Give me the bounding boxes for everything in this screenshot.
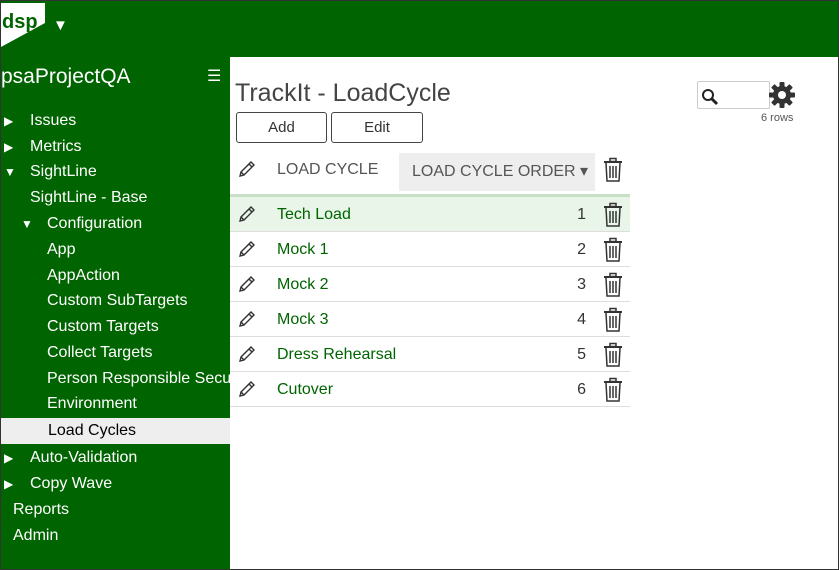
sidebar-item-label: Configuration bbox=[47, 215, 143, 232]
sidebar-item-auto-validation[interactable]: ▶ Auto-Validation bbox=[1, 446, 230, 470]
expand-arrow-icon[interactable]: ▶ bbox=[4, 135, 13, 159]
sidebar-item-custom-targets[interactable]: Custom Targets bbox=[1, 315, 230, 339]
sidebar-item-label: Environment bbox=[47, 395, 137, 412]
top-bar: dsp ▼ bbox=[1, 1, 838, 57]
pencil-icon[interactable] bbox=[237, 204, 257, 224]
load-cycle-name[interactable]: Mock 2 bbox=[277, 276, 329, 294]
load-cycle-order: 3 bbox=[577, 276, 586, 293]
expand-arrow-icon[interactable]: ▶ bbox=[4, 446, 13, 470]
trash-icon[interactable] bbox=[602, 157, 624, 183]
expand-arrow-icon[interactable]: ▶ bbox=[4, 109, 13, 133]
pencil-icon[interactable] bbox=[237, 344, 257, 364]
sidebar-item-label: Admin bbox=[13, 527, 59, 544]
sidebar-item-metrics[interactable]: ▶ Metrics bbox=[1, 135, 230, 159]
table-header: LOAD CYCLE LOAD CYCLE ORDER ▾ bbox=[230, 151, 630, 195]
pencil-icon[interactable] bbox=[237, 159, 257, 179]
page-title: TrackIt - LoadCycle bbox=[235, 79, 451, 107]
load-cycle-name[interactable]: Mock 1 bbox=[277, 241, 329, 259]
sidebar-item-copy-wave[interactable]: ▶ Copy Wave bbox=[1, 472, 230, 496]
main-content: TrackIt - LoadCycle Add Edit 6 rows LOAD… bbox=[230, 57, 838, 569]
column-header-load-cycle[interactable]: LOAD CYCLE bbox=[277, 161, 378, 179]
load-cycle-order: 6 bbox=[577, 381, 586, 398]
pencil-icon[interactable] bbox=[237, 274, 257, 294]
sidebar-item-issues[interactable]: ▶ Issues bbox=[1, 109, 230, 133]
search-input[interactable] bbox=[697, 81, 770, 109]
pencil-icon[interactable] bbox=[237, 309, 257, 329]
load-cycle-order: 1 bbox=[577, 206, 586, 223]
load-cycle-order: 4 bbox=[577, 311, 586, 328]
add-button[interactable]: Add bbox=[236, 112, 327, 143]
sidebar-item-label: Custom Targets bbox=[47, 318, 159, 335]
load-cycle-name[interactable]: Tech Load bbox=[277, 206, 351, 224]
trash-icon[interactable] bbox=[602, 377, 624, 403]
pencil-icon[interactable] bbox=[237, 379, 257, 399]
sidebar-item-environment[interactable]: Environment bbox=[1, 392, 230, 416]
sidebar-item-configuration[interactable]: ▼ Configuration bbox=[1, 212, 230, 236]
svg-text:dsp: dsp bbox=[2, 11, 38, 33]
sidebar-item-label: Load Cycles bbox=[48, 422, 137, 439]
trash-icon[interactable] bbox=[602, 272, 624, 298]
trash-icon[interactable] bbox=[602, 307, 624, 333]
pencil-icon[interactable] bbox=[237, 239, 257, 259]
sidebar-item-sightline[interactable]: ▼ SightLine bbox=[1, 160, 230, 184]
trash-icon[interactable] bbox=[602, 237, 624, 263]
sidebar-item-label: SightLine bbox=[30, 163, 97, 180]
sidebar-item-label: Issues bbox=[30, 112, 77, 129]
expand-arrow-icon[interactable]: ▶ bbox=[4, 472, 13, 496]
logo-mark: dsp bbox=[1, 3, 45, 47]
sidebar-item-appaction[interactable]: AppAction bbox=[1, 264, 230, 288]
dsp-logo[interactable]: dsp bbox=[1, 3, 45, 47]
sidebar-item-label: App bbox=[47, 241, 76, 258]
sidebar-item-sightline-base[interactable]: SightLine - Base bbox=[1, 186, 230, 210]
sidebar-item-collect-targets[interactable]: Collect Targets bbox=[1, 341, 230, 365]
sidebar-item-label: Metrics bbox=[30, 138, 82, 155]
table-row[interactable]: Cutover 6 bbox=[230, 372, 630, 407]
table-row[interactable]: Mock 1 2 bbox=[230, 232, 630, 267]
sidebar-item-app[interactable]: App bbox=[1, 238, 230, 262]
load-cycle-order: 5 bbox=[577, 346, 586, 363]
trash-icon[interactable] bbox=[602, 202, 624, 228]
load-cycle-name[interactable]: Cutover bbox=[277, 381, 333, 399]
project-title: psaProjectQA bbox=[1, 65, 131, 88]
sidebar-item-label: Collect Targets bbox=[47, 344, 153, 361]
sidebar-item-label: Reports bbox=[13, 501, 70, 518]
collapse-arrow-icon[interactable]: ▼ bbox=[4, 160, 16, 184]
load-cycle-order: 2 bbox=[577, 241, 586, 258]
collapse-arrow-icon[interactable]: ▼ bbox=[21, 212, 33, 236]
trash-icon[interactable] bbox=[602, 342, 624, 368]
sidebar-item-admin[interactable]: Admin bbox=[1, 524, 230, 548]
column-header-load-cycle-order[interactable]: LOAD CYCLE ORDER ▾ bbox=[412, 161, 588, 181]
table-row[interactable]: Mock 2 3 bbox=[230, 267, 630, 302]
table-row[interactable]: Dress Rehearsal 5 bbox=[230, 337, 630, 372]
load-cycle-name[interactable]: Dress Rehearsal bbox=[277, 346, 396, 364]
app-menu-caret[interactable]: ▼ bbox=[53, 17, 68, 34]
sidebar-item-label: SightLine - Base bbox=[30, 189, 148, 206]
sidebar-item-custom-subtargets[interactable]: Custom SubTargets bbox=[1, 289, 230, 313]
sidebar-item-label: Copy Wave bbox=[30, 475, 113, 492]
sidebar: psaProjectQA ☰ ▶ Issues ▶ Metrics ▼ Sigh… bbox=[1, 57, 230, 569]
sidebar-item-person-responsible[interactable]: Person Responsible Security bbox=[1, 367, 230, 391]
sidebar-item-label: Auto-Validation bbox=[30, 449, 138, 466]
sidebar-item-label: Person Responsible Security bbox=[47, 370, 230, 387]
edit-button[interactable]: Edit bbox=[331, 112, 423, 143]
search-icon bbox=[702, 89, 719, 106]
load-cycle-name[interactable]: Mock 3 bbox=[277, 311, 329, 329]
app-window: dsp ▼ psaProjectQA ☰ ▶ Issues ▶ Metrics … bbox=[0, 0, 839, 570]
sidebar-item-load-cycles[interactable]: Load Cycles bbox=[1, 418, 230, 444]
table-row[interactable]: Tech Load 1 bbox=[230, 197, 630, 232]
gear-icon[interactable] bbox=[768, 81, 796, 109]
table-row[interactable]: Mock 3 4 bbox=[230, 302, 630, 337]
row-count: 6 rows bbox=[761, 112, 794, 124]
sidebar-item-reports[interactable]: Reports bbox=[1, 498, 230, 522]
sidebar-item-label: AppAction bbox=[47, 267, 120, 284]
hamburger-icon[interactable]: ☰ bbox=[207, 66, 221, 86]
sidebar-item-label: Custom SubTargets bbox=[47, 292, 188, 309]
